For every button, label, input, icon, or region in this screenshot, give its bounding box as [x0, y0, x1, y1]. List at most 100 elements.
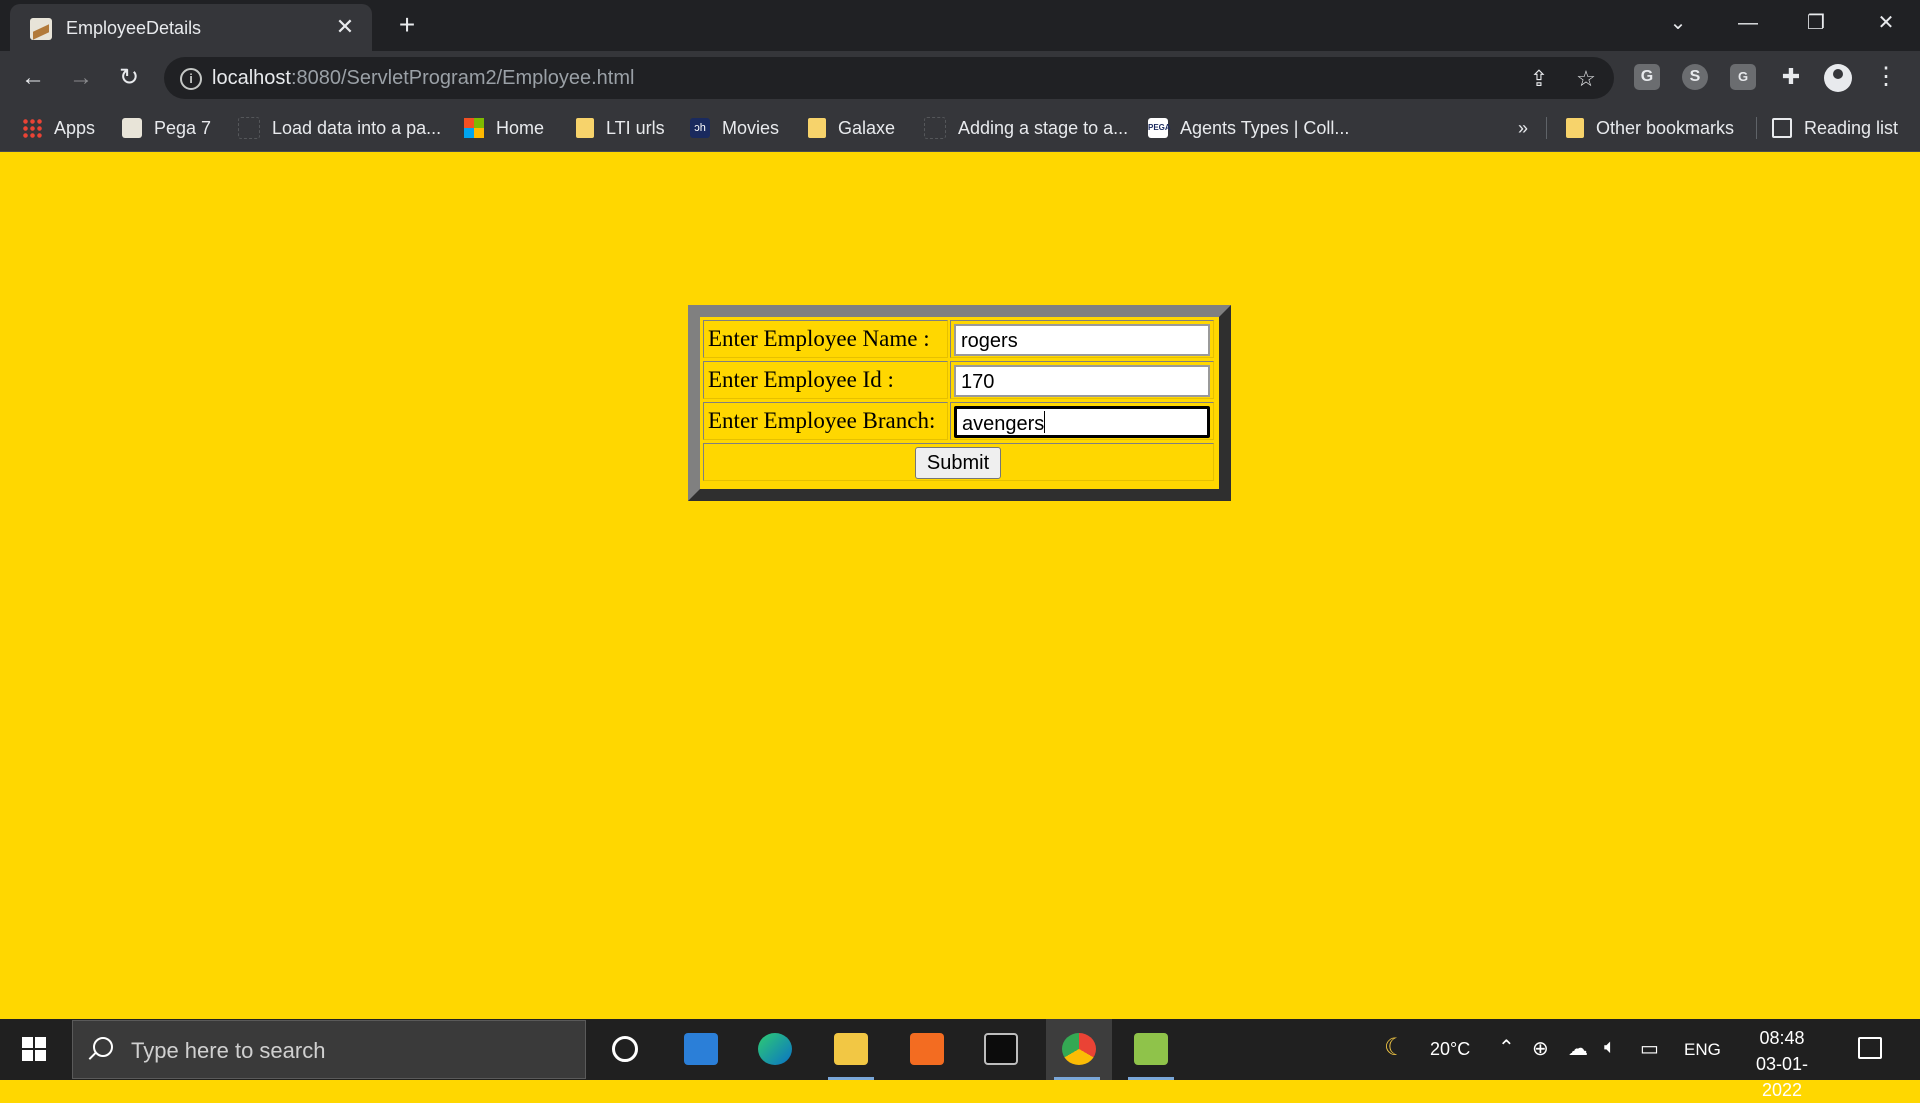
- weather-moon-icon[interactable]: ☾: [1384, 1033, 1406, 1062]
- reload-icon[interactable]: ↻: [114, 63, 144, 93]
- notification-center-icon[interactable]: [1858, 1037, 1882, 1059]
- site-info-icon[interactable]: i: [180, 68, 202, 90]
- bookmark-label: Agents Types | Coll...: [1180, 117, 1350, 138]
- clock-date: 03-01-2022: [1755, 1054, 1809, 1100]
- cortana-circle-icon[interactable]: [612, 1036, 638, 1062]
- bookmark-star-icon[interactable]: ☆: [1573, 66, 1599, 92]
- back-arrow-icon[interactable]: ←: [18, 63, 48, 93]
- minimize-icon[interactable]: —: [1728, 8, 1768, 38]
- bookmark-agents-types[interactable]: PEGA Agents Types | Coll...: [1148, 114, 1349, 142]
- extensions-puzzle-icon[interactable]: ✚: [1778, 64, 1804, 90]
- other-bookmarks[interactable]: Other bookmarks: [1566, 114, 1734, 142]
- employee-form-table: Enter Employee Name : rogers Enter Emplo…: [688, 305, 1231, 501]
- branch-input-cell: avengers: [950, 402, 1214, 440]
- menu-dots-icon[interactable]: ⋮: [1874, 61, 1898, 93]
- volume-speaker-icon[interactable]: 🔈︎: [1604, 1036, 1616, 1059]
- extension-g-icon[interactable]: G: [1634, 64, 1660, 90]
- taskbar-notepad-plus[interactable]: [1120, 1019, 1182, 1080]
- folder-icon: [808, 118, 826, 138]
- bookmark-separator: [1546, 117, 1547, 139]
- address-bar[interactable]: i localhost:8080/ServletProgram2/Employe…: [164, 57, 1614, 99]
- taskbar-clock[interactable]: 08:48 03-01-2022: [1736, 1025, 1828, 1103]
- other-bookmarks-label: Other bookmarks: [1596, 117, 1735, 138]
- taskbar-search-box[interactable]: Type here to search: [72, 1020, 586, 1079]
- folder-icon: [834, 1033, 868, 1065]
- bookmark-movies[interactable]: ɔh Movies: [690, 114, 779, 142]
- window-close-icon[interactable]: ✕: [1866, 8, 1906, 38]
- bookmark-separator: [1756, 117, 1757, 139]
- employee-name-input[interactable]: rogers: [954, 324, 1210, 356]
- bookmark-load-data[interactable]: Load data into a pa...: [238, 114, 441, 142]
- taskbar-command-prompt[interactable]: [970, 1019, 1032, 1080]
- pega-icon: [238, 117, 260, 139]
- url-host: localhost: [212, 67, 291, 89]
- bookmark-galaxe[interactable]: Galaxe: [808, 114, 895, 142]
- restore-icon[interactable]: ❐: [1796, 8, 1836, 38]
- submit-button[interactable]: Submit: [915, 447, 1001, 479]
- pega-icon: [122, 118, 142, 138]
- bookmark-label: Movies: [722, 117, 780, 138]
- taskbar-xampp[interactable]: [896, 1019, 958, 1080]
- reading-list[interactable]: Reading list: [1772, 114, 1898, 142]
- bookmark-label: Load data into a pa...: [272, 117, 442, 138]
- weather-temperature[interactable]: 20°C: [1430, 1039, 1470, 1060]
- reading-list-label: Reading list: [1804, 117, 1899, 138]
- bookmarks-overflow-chevron[interactable]: »: [1518, 114, 1528, 142]
- pega-favicon-icon: [30, 18, 52, 40]
- employee-branch-value: avengers: [962, 413, 1045, 435]
- taskbar-edge[interactable]: [744, 1019, 806, 1080]
- close-icon[interactable]: ✕: [332, 14, 358, 40]
- name-label-cell: Enter Employee Name :: [703, 320, 948, 358]
- tab-employee-details[interactable]: EmployeeDetails ✕: [10, 4, 372, 51]
- extension-translate-icon[interactable]: G: [1730, 64, 1756, 90]
- bookmark-label: Apps: [54, 117, 96, 138]
- mail-icon: [684, 1033, 718, 1065]
- employee-id-input[interactable]: 170: [954, 365, 1210, 397]
- microsoft-icon: [464, 118, 484, 138]
- bookmark-apps[interactable]: Apps: [22, 114, 95, 142]
- reading-list-icon: [1772, 118, 1792, 138]
- name-input-cell: rogers: [950, 320, 1214, 358]
- search-placeholder: Type here to search: [131, 1038, 326, 1063]
- new-tab-plus-icon[interactable]: +: [392, 10, 422, 40]
- branch-label-cell: Enter Employee Branch:: [703, 402, 948, 440]
- taskbar-file-explorer[interactable]: [820, 1019, 882, 1080]
- id-input-cell: 170: [950, 361, 1214, 399]
- input-language[interactable]: ENG: [1684, 1040, 1721, 1060]
- bookmark-home[interactable]: Home: [464, 114, 544, 142]
- taskbar-mail[interactable]: [670, 1019, 732, 1080]
- windows-taskbar: Type here to search ☾ 20°C ⌃ ⊕ ☁ 🔈︎ ▭ EN…: [0, 1019, 1920, 1100]
- windows-start-icon[interactable]: [22, 1037, 46, 1061]
- tray-chevron-up-icon[interactable]: ⌃: [1498, 1035, 1515, 1060]
- extension-s-icon[interactable]: S: [1682, 64, 1708, 90]
- bookmark-label: Home: [496, 117, 545, 138]
- battery-icon[interactable]: ▭: [1640, 1036, 1659, 1061]
- folder-icon: [576, 118, 594, 138]
- bookmark-label: Adding a stage to a...: [958, 117, 1129, 138]
- bookmark-lti-urls[interactable]: LTI urls: [576, 114, 665, 142]
- edge-icon: [758, 1033, 792, 1065]
- share-icon[interactable]: ⇪: [1526, 66, 1552, 92]
- browser-toolbar: ← → ↻ i localhost:8080/ServletProgram2/E…: [0, 51, 1920, 105]
- employee-id-label: Enter Employee Id :: [708, 367, 894, 392]
- profile-avatar-icon[interactable]: [1824, 64, 1852, 92]
- forward-arrow-icon[interactable]: →: [66, 63, 96, 93]
- notepad-plus-icon: [1134, 1033, 1168, 1065]
- taskbar-chrome[interactable]: [1046, 1019, 1112, 1080]
- network-globe-icon[interactable]: ⊕: [1532, 1036, 1549, 1061]
- bookmark-pega-7[interactable]: Pega 7: [122, 114, 211, 142]
- employee-branch-label: Enter Employee Branch:: [708, 408, 936, 433]
- clock-time: 08:48: [1759, 1028, 1805, 1048]
- apps-grid-icon: [22, 118, 42, 138]
- url-text: localhost:8080/ServletProgram2/Employee.…: [212, 67, 634, 90]
- bookmark-adding-stage[interactable]: Adding a stage to a...: [924, 114, 1128, 142]
- text-caret: [1044, 411, 1046, 433]
- page-viewport: Enter Employee Name : rogers Enter Emplo…: [0, 152, 1920, 1019]
- tab-title: EmployeeDetails: [66, 18, 202, 38]
- employee-branch-input[interactable]: avengers: [954, 406, 1210, 438]
- onedrive-cloud-icon[interactable]: ☁: [1568, 1036, 1588, 1061]
- tab-search-chevron-icon[interactable]: ⌄: [1658, 8, 1698, 38]
- url-path: :8080/ServletProgram2/Employee.html: [290, 67, 635, 89]
- tab-strip: EmployeeDetails ✕ + ⌄ — ❐ ✕: [0, 0, 1920, 51]
- folder-icon: [1566, 118, 1584, 138]
